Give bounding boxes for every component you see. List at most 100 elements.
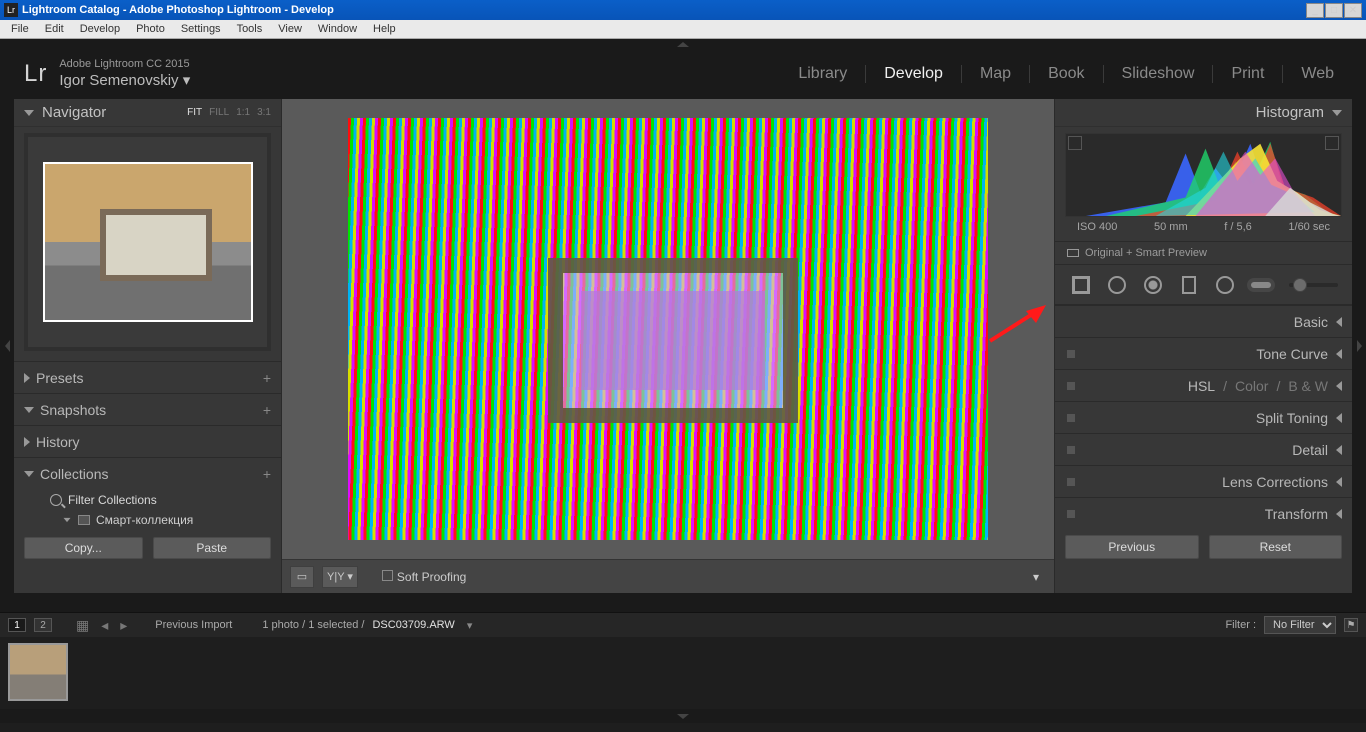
original-smartpreview-row: Original + Smart Preview	[1055, 241, 1352, 265]
reset-button[interactable]: Reset	[1209, 535, 1343, 559]
presets-header[interactable]: Presets +	[14, 361, 281, 393]
file-menu-icon[interactable]: ▾	[467, 619, 473, 632]
spot-tool[interactable]	[1105, 273, 1129, 297]
collections-header[interactable]: Collections +	[14, 457, 281, 489]
paste-button[interactable]: Paste	[153, 537, 272, 559]
maximize-button[interactable]: □	[1325, 3, 1343, 18]
module-map[interactable]: Map	[972, 63, 1019, 85]
presets-label: Presets	[36, 370, 83, 386]
crop-tool[interactable]	[1069, 273, 1093, 297]
module-develop[interactable]: Develop	[876, 63, 951, 85]
hsl-header[interactable]: HSL/ Color/ B & W	[1055, 369, 1352, 401]
left-panel-grip[interactable]	[0, 99, 14, 593]
menu-file[interactable]: File	[4, 22, 36, 36]
menu-settings[interactable]: Settings	[174, 22, 228, 36]
source-label[interactable]: Previous Import	[155, 619, 232, 631]
primary-display-button[interactable]: 1	[8, 618, 26, 632]
image-canvas[interactable]	[282, 99, 1054, 559]
identity-plate: Lr Adobe Lightroom CC 2015 Igor Semenovs…	[0, 49, 1366, 99]
top-panel-grip[interactable]	[0, 39, 1366, 49]
module-book[interactable]: Book	[1040, 63, 1092, 85]
module-web[interactable]: Web	[1293, 63, 1342, 85]
thumbnail[interactable]	[8, 643, 68, 701]
copy-button[interactable]: Copy...	[24, 537, 143, 559]
transform-header[interactable]: Transform	[1055, 497, 1352, 529]
panel-switch[interactable]	[1067, 510, 1075, 518]
collections-filter[interactable]: Filter Collections	[14, 489, 281, 509]
color-tab[interactable]: Color	[1235, 378, 1268, 394]
triangle-down-icon	[64, 518, 71, 522]
panel-switch[interactable]	[1067, 414, 1075, 422]
menu-tools[interactable]: Tools	[230, 22, 270, 36]
menu-edit[interactable]: Edit	[38, 22, 71, 36]
soft-proofing-toggle[interactable]: Soft Proofing	[382, 570, 466, 584]
module-library[interactable]: Library	[790, 63, 855, 85]
bottom-panel-grip[interactable]	[0, 709, 1366, 723]
search-icon	[50, 494, 62, 506]
collection-item[interactable]: Смарт-коллекция	[14, 509, 281, 531]
module-slideshow[interactable]: Slideshow	[1114, 63, 1203, 85]
triangle-left-icon	[1336, 509, 1342, 519]
basic-header[interactable]: Basic	[1055, 305, 1352, 337]
histogram-graph[interactable]	[1065, 133, 1342, 217]
zoom-fill[interactable]: FILL	[209, 107, 229, 118]
split-header[interactable]: Split Toning	[1055, 401, 1352, 433]
panel-switch[interactable]	[1067, 382, 1075, 390]
zoom-1to1[interactable]: 1:1	[236, 107, 250, 118]
filmstrip-tray[interactable]	[0, 637, 1366, 709]
current-file[interactable]: DSC03709.ARW	[372, 619, 454, 631]
signed-in-user[interactable]: Igor Semenovskiy ▾	[59, 72, 190, 90]
tonecurve-header[interactable]: Tone Curve	[1055, 337, 1352, 369]
filter-lock-icon[interactable]: ⚑	[1344, 618, 1358, 632]
loupe-view-button[interactable]: ▭	[290, 566, 314, 588]
presets-add-button[interactable]: +	[263, 370, 271, 386]
grid-icon[interactable]: ▦	[74, 617, 91, 634]
brush-tool[interactable]	[1249, 273, 1273, 297]
snapshots-header[interactable]: Snapshots +	[14, 393, 281, 425]
lr-logo: Lr	[24, 60, 47, 88]
menu-window[interactable]: Window	[311, 22, 364, 36]
menu-photo[interactable]: Photo	[129, 22, 172, 36]
radial-tool[interactable]	[1213, 273, 1237, 297]
triangle-down-icon	[24, 407, 34, 413]
app-icon: Lr	[4, 3, 18, 17]
snapshots-add-button[interactable]: +	[263, 402, 271, 418]
menu-view[interactable]: View	[271, 22, 309, 36]
soft-proofing-label: Soft Proofing	[397, 570, 466, 584]
meta-iso: ISO 400	[1077, 221, 1117, 233]
zoom-fit[interactable]: FIT	[187, 107, 202, 118]
panel-switch[interactable]	[1067, 478, 1075, 486]
lens-header[interactable]: Lens Corrections	[1055, 465, 1352, 497]
navigator-header[interactable]: Navigator FIT FILL 1:1 3:1	[14, 99, 281, 127]
bw-tab[interactable]: B & W	[1288, 378, 1328, 394]
panel-switch[interactable]	[1067, 446, 1075, 454]
navigator-preview[interactable]	[24, 133, 271, 351]
panel-switch[interactable]	[1067, 350, 1075, 358]
minimize-button[interactable]: _	[1306, 3, 1324, 18]
filter-select[interactable]: No Filter	[1264, 616, 1336, 634]
toolbar-menu[interactable]: ▾	[1026, 570, 1046, 584]
histogram-header[interactable]: Histogram	[1055, 99, 1352, 127]
close-button[interactable]: ✕	[1344, 3, 1362, 18]
collections-add-button[interactable]: +	[263, 466, 271, 482]
secondary-display-button[interactable]: 2	[34, 618, 52, 632]
history-header[interactable]: History	[14, 425, 281, 457]
zoom-3to1[interactable]: 3:1	[257, 107, 271, 118]
prev-photo-button[interactable]: ◂	[99, 617, 110, 634]
gradient-tool[interactable]	[1177, 273, 1201, 297]
triangle-down-icon	[24, 110, 34, 116]
hsl-tab[interactable]: HSL	[1188, 378, 1215, 394]
previous-button[interactable]: Previous	[1065, 535, 1199, 559]
before-after-button[interactable]: Y|Y ▾	[322, 566, 358, 588]
module-print[interactable]: Print	[1223, 63, 1272, 85]
lens-label: Lens Corrections	[1222, 474, 1328, 490]
right-panel-grip[interactable]	[1352, 99, 1366, 593]
menu-help[interactable]: Help	[366, 22, 403, 36]
menubar: File Edit Develop Photo Settings Tools V…	[0, 20, 1366, 39]
menu-develop[interactable]: Develop	[73, 22, 127, 36]
mask-slider[interactable]	[1289, 283, 1338, 287]
detail-header[interactable]: Detail	[1055, 433, 1352, 465]
next-photo-button[interactable]: ▸	[118, 617, 129, 634]
triangle-right-icon	[24, 437, 30, 447]
redeye-tool[interactable]	[1141, 273, 1165, 297]
